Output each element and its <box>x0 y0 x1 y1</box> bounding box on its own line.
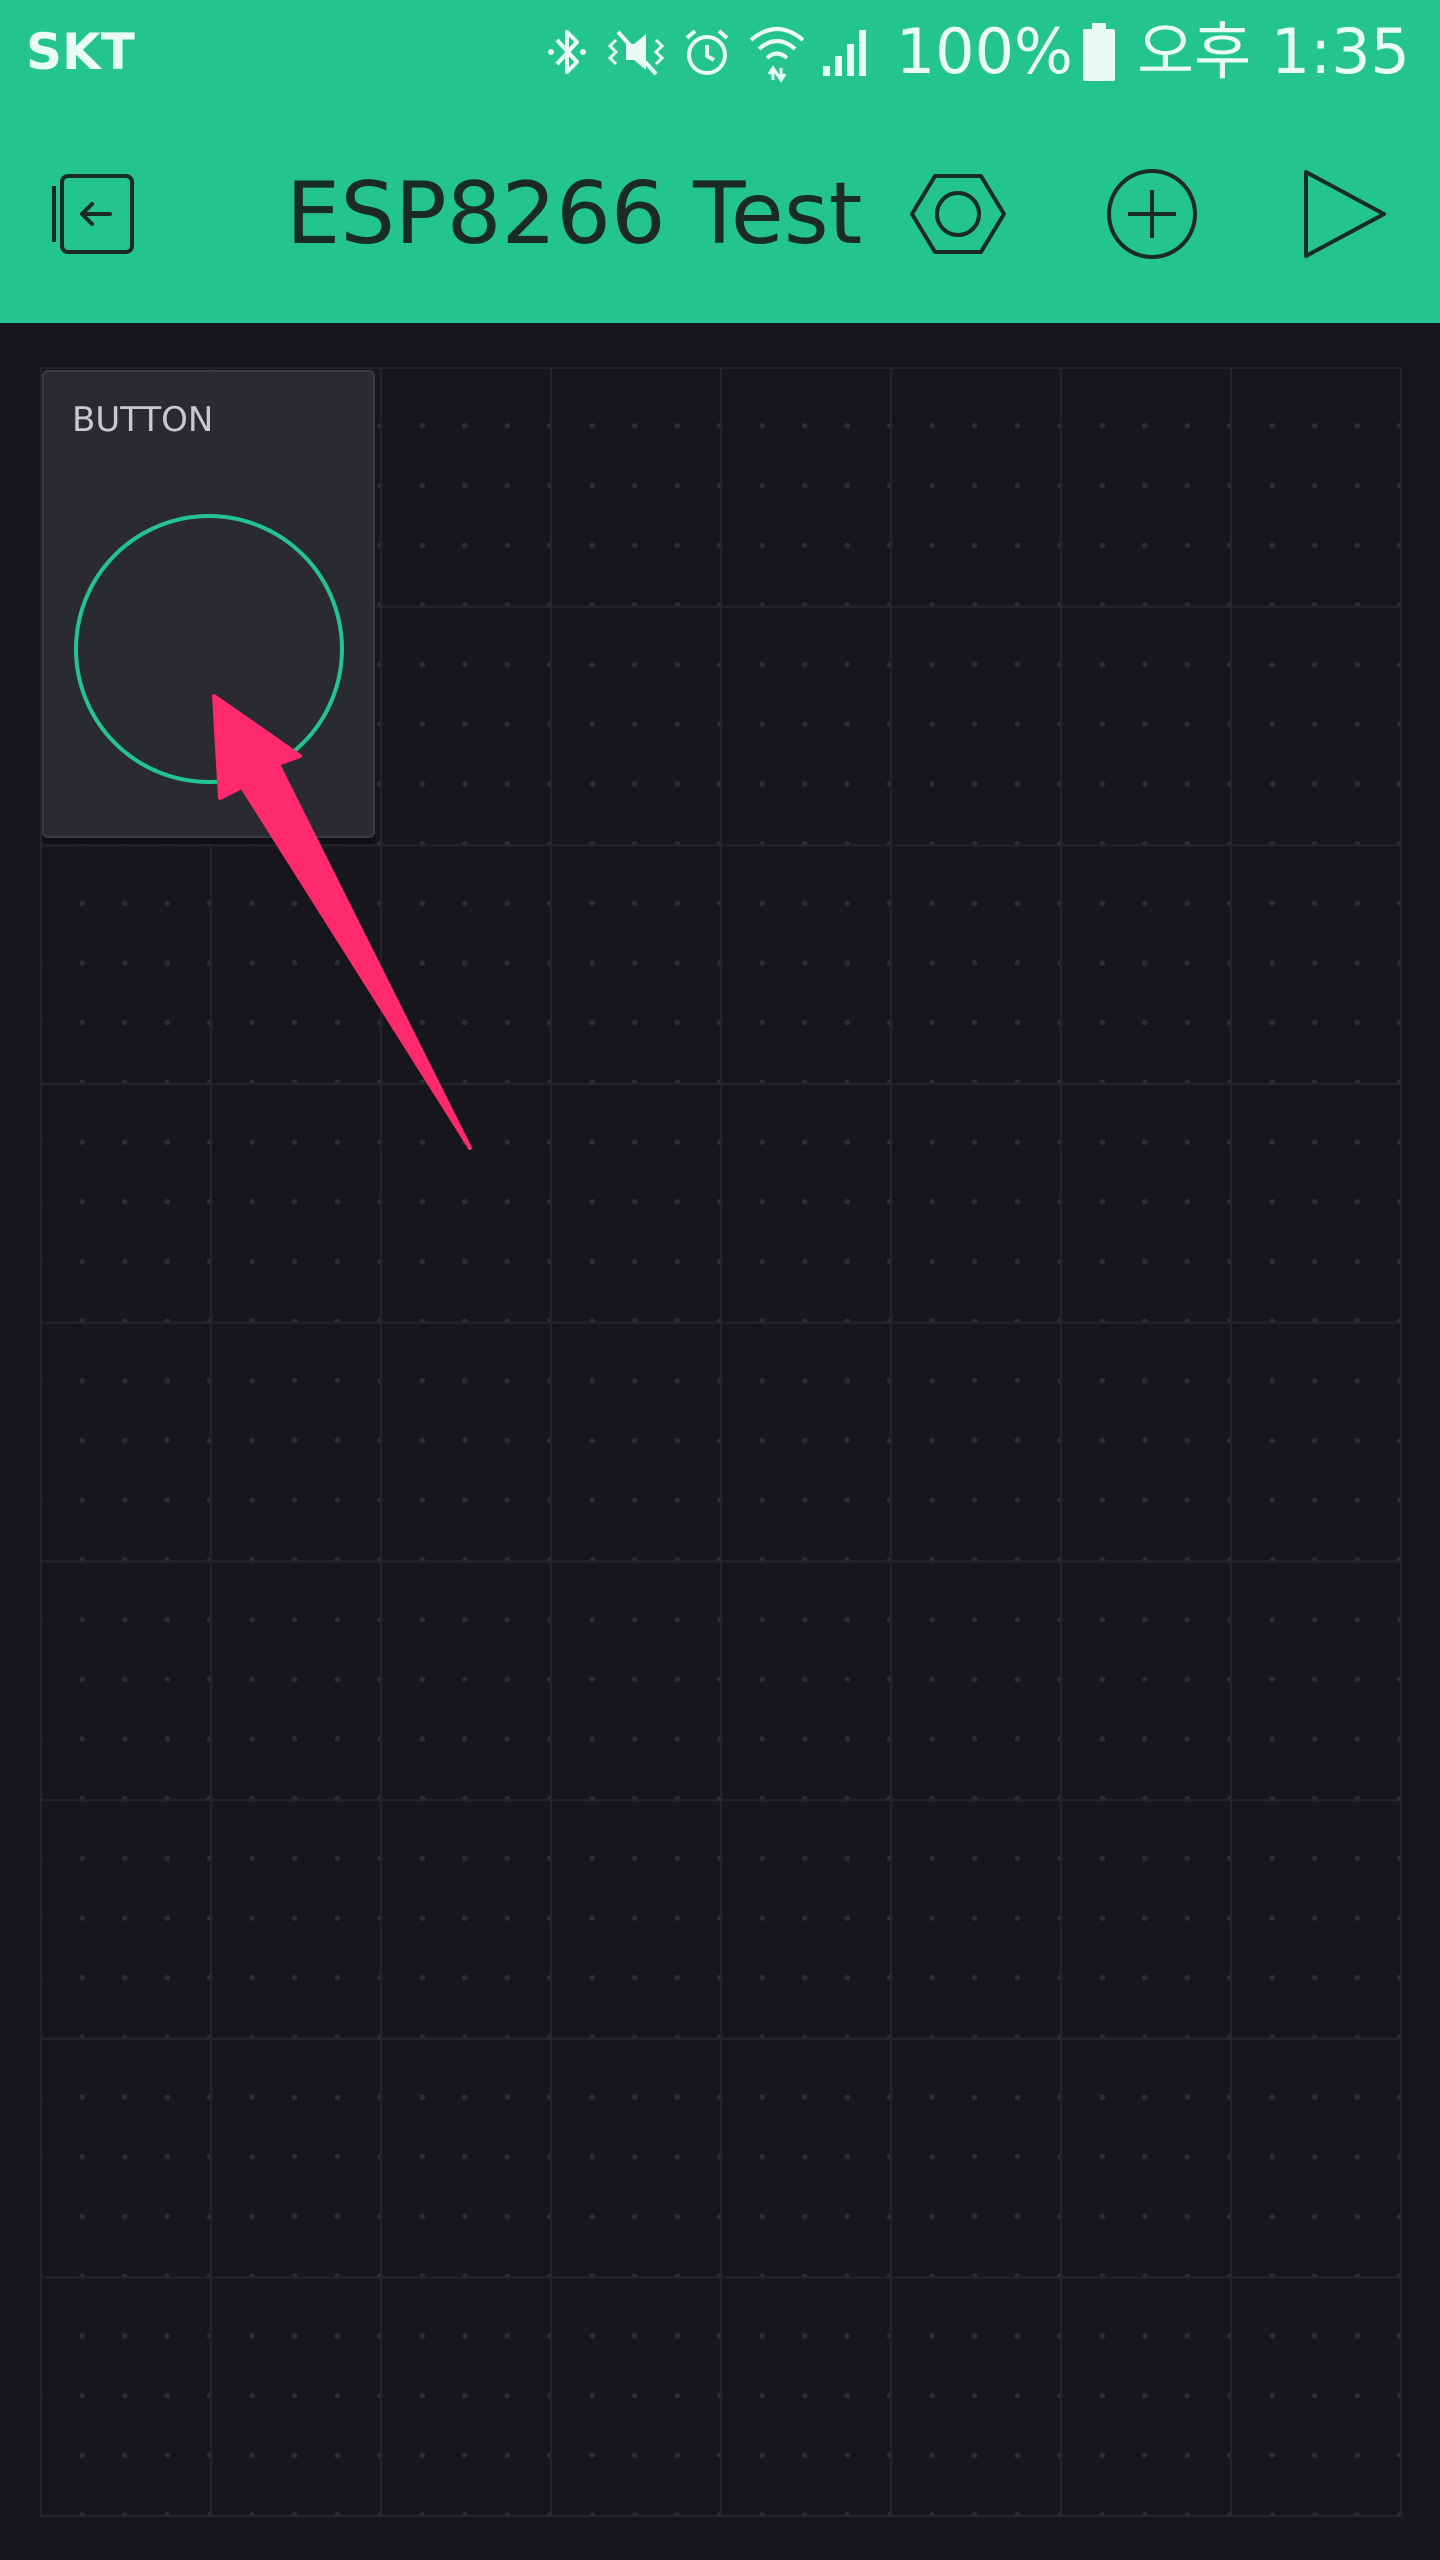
play-button[interactable] <box>1294 166 1394 266</box>
status-time: 오후 1:35 <box>1136 15 1410 88</box>
play-icon <box>1294 164 1394 268</box>
add-icon <box>1102 164 1202 268</box>
button-widget[interactable]: BUTTON <box>42 370 375 838</box>
page-title: ESP8266 Test <box>286 164 863 264</box>
battery-icon <box>1079 17 1119 87</box>
status-bar: SKT 100% 오후 1:35 <box>0 0 1440 104</box>
settings-button[interactable] <box>908 166 1008 266</box>
bluetooth-icon <box>532 17 602 87</box>
battery-percent: 100% <box>895 15 1073 88</box>
app-bar: ESP8266 Test <box>0 104 1440 323</box>
widget-label: BUTTON <box>72 400 214 440</box>
settings-icon <box>908 164 1008 268</box>
widget-button-circle[interactable] <box>74 514 344 784</box>
vibrate-icon <box>602 17 672 87</box>
exit-button[interactable] <box>44 166 144 266</box>
status-icons: 100% 오후 1:35 <box>532 14 1410 90</box>
signal-icon <box>812 17 882 87</box>
add-widget-button[interactable] <box>1102 166 1202 266</box>
exit-icon <box>44 164 144 268</box>
carrier-label: SKT <box>26 23 135 81</box>
alarm-icon <box>672 17 742 87</box>
wifi-icon <box>742 17 812 87</box>
